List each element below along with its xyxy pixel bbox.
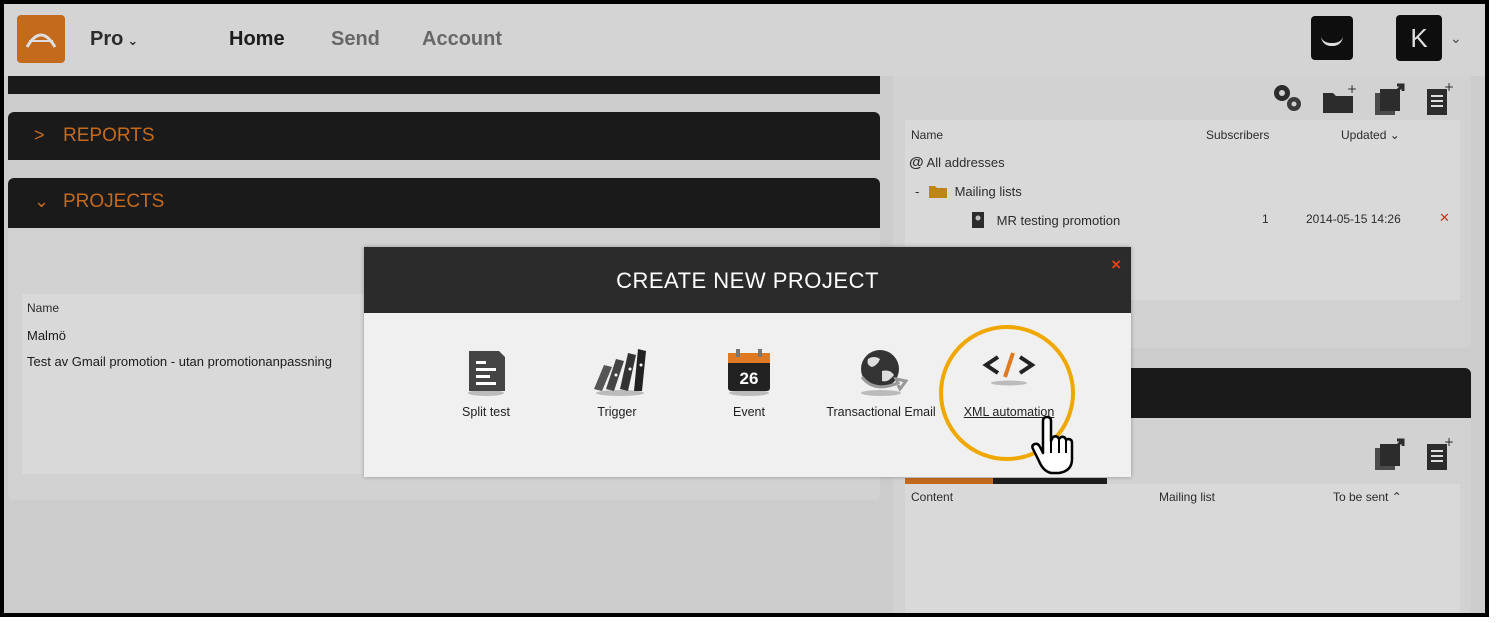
- modal-title: CREATE NEW PROJECT: [616, 268, 879, 293]
- option-transactional-email[interactable]: Transactional Email: [826, 347, 936, 420]
- option-trigger[interactable]: Trigger: [562, 347, 672, 420]
- app-window: Pro ⌄ Home Send Account K ⌄ > REPORTS ⌄ P…: [0, 0, 1489, 617]
- globe-arrow-icon: [860, 350, 909, 396]
- option-split-test[interactable]: Split test: [431, 347, 541, 420]
- option-event[interactable]: 26 Event: [694, 347, 804, 420]
- modal-header: CREATE NEW PROJECT ×: [364, 247, 1131, 313]
- create-project-modal: CREATE NEW PROJECT × Split test Trigger …: [364, 247, 1131, 477]
- calendar-icon: 26: [728, 349, 770, 396]
- hand-pointer-icon: [1031, 415, 1074, 475]
- calendar-day: 26: [740, 369, 759, 388]
- option-label: Event: [733, 405, 765, 419]
- trigger-dominoes-icon: [594, 349, 646, 396]
- close-icon[interactable]: ×: [1111, 255, 1121, 275]
- option-label: Transactional Email: [826, 405, 936, 419]
- option-label: Trigger: [597, 405, 637, 419]
- option-label: Split test: [462, 405, 510, 419]
- split-test-icon: [468, 351, 505, 396]
